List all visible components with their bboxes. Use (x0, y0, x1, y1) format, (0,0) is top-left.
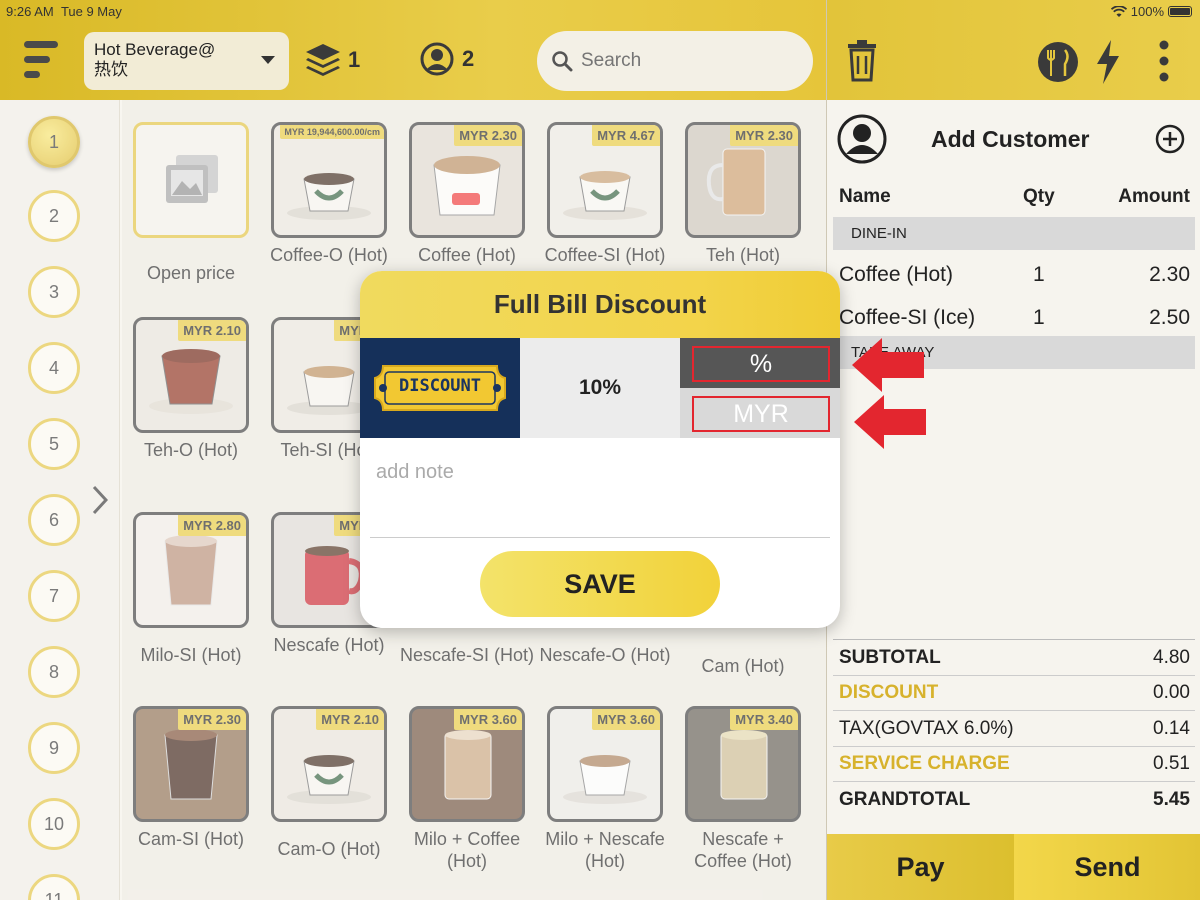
save-button[interactable]: SAVE (480, 551, 720, 617)
category-name: Hot Beverage@ (94, 40, 216, 59)
guest-count-button[interactable]: 2 (420, 42, 474, 76)
add-customer-row[interactable]: Add Customer (837, 112, 1192, 168)
divider (833, 781, 1195, 782)
search-input[interactable] (581, 50, 781, 72)
red-arrow-icon (854, 395, 926, 449)
full-bill-discount-dialog: Full Bill Discount DISCOUNT 10% % MYR ad… (360, 271, 840, 628)
battery-status: 100% (1110, 4, 1192, 19)
item-name: Coffee (Hot) (839, 263, 953, 286)
tax-value: 0.14 (1153, 718, 1190, 739)
status-bar: 9:26 AM Tue 9 May 100% (0, 0, 1200, 22)
menu-icon[interactable] (24, 38, 60, 82)
discount-value-field[interactable]: 10% (520, 338, 680, 438)
add-circle-icon[interactable] (1155, 124, 1185, 154)
item-amount: 2.30 (1149, 263, 1190, 286)
subtotal-label: SUBTOTAL (839, 647, 941, 668)
divider (833, 639, 1195, 640)
battery-icon (1168, 6, 1192, 17)
wifi-icon (1110, 5, 1127, 17)
layers-icon (306, 44, 340, 76)
dine-in-icon[interactable] (1037, 38, 1079, 86)
battery-percent: 100% (1130, 4, 1164, 19)
more-vertical-icon[interactable] (1159, 40, 1169, 82)
myr-toggle-button[interactable]: MYR (680, 388, 840, 438)
guest-count: 2 (462, 46, 475, 71)
divider (833, 710, 1195, 711)
status-time: 9:26 AM Tue 9 May (6, 4, 122, 19)
note-input[interactable]: add note (376, 461, 454, 484)
discount-row: DISCOUNT 10% % MYR (360, 338, 840, 438)
chevron-down-icon (261, 56, 275, 64)
layers-count: 1 (348, 47, 361, 72)
search-bar[interactable] (537, 31, 813, 91)
note-underline (370, 537, 830, 538)
grandtotal-value: 5.45 (1153, 789, 1190, 810)
trash-icon[interactable] (847, 40, 877, 82)
send-button[interactable]: Send (1014, 834, 1200, 900)
item-qty: 1 (1033, 263, 1045, 286)
lightning-icon[interactable] (1095, 40, 1121, 84)
search-icon (552, 51, 573, 72)
pay-button[interactable]: Pay (827, 834, 1014, 900)
service-charge-label[interactable]: SERVICE CHARGE (839, 753, 1010, 775)
divider (833, 746, 1195, 747)
discount-badge-text: DISCOUNT (399, 376, 481, 396)
discount-badge-image: DISCOUNT (360, 338, 520, 438)
service-charge-value: 0.51 (1153, 753, 1190, 774)
discount-label[interactable]: DISCOUNT (839, 682, 938, 704)
myr-label: MYR (692, 396, 830, 432)
category-name-chinese: 热饮 (94, 60, 128, 79)
column-header-qty: Qty (1023, 186, 1055, 207)
category-dropdown[interactable]: Hot Beverage@ 热饮 (84, 32, 289, 90)
red-arrow-icon (852, 338, 924, 392)
item-amount: 2.50 (1149, 306, 1190, 329)
section-dine-in: DINE-IN (833, 217, 1195, 250)
divider (833, 675, 1195, 676)
column-header-amount: Amount (1118, 186, 1190, 207)
layers-button[interactable]: 1 (304, 42, 360, 78)
percent-label: % (692, 346, 830, 382)
subtotal-value: 4.80 (1153, 647, 1190, 668)
item-qty: 1 (1033, 306, 1045, 329)
avatar-icon (837, 114, 887, 164)
tax-label: TAX(GOVTAX 6.0%) (839, 718, 1014, 739)
discount-value: 0.00 (1153, 682, 1190, 703)
grandtotal-label: GRANDTOTAL (839, 789, 971, 810)
add-customer-label: Add Customer (931, 126, 1090, 152)
dialog-title: Full Bill Discount (360, 271, 840, 338)
person-icon (420, 42, 454, 76)
column-header-name: Name (839, 186, 891, 207)
item-name: Coffee-SI (Ice) (839, 306, 976, 329)
percent-toggle-button[interactable]: % (680, 338, 840, 388)
